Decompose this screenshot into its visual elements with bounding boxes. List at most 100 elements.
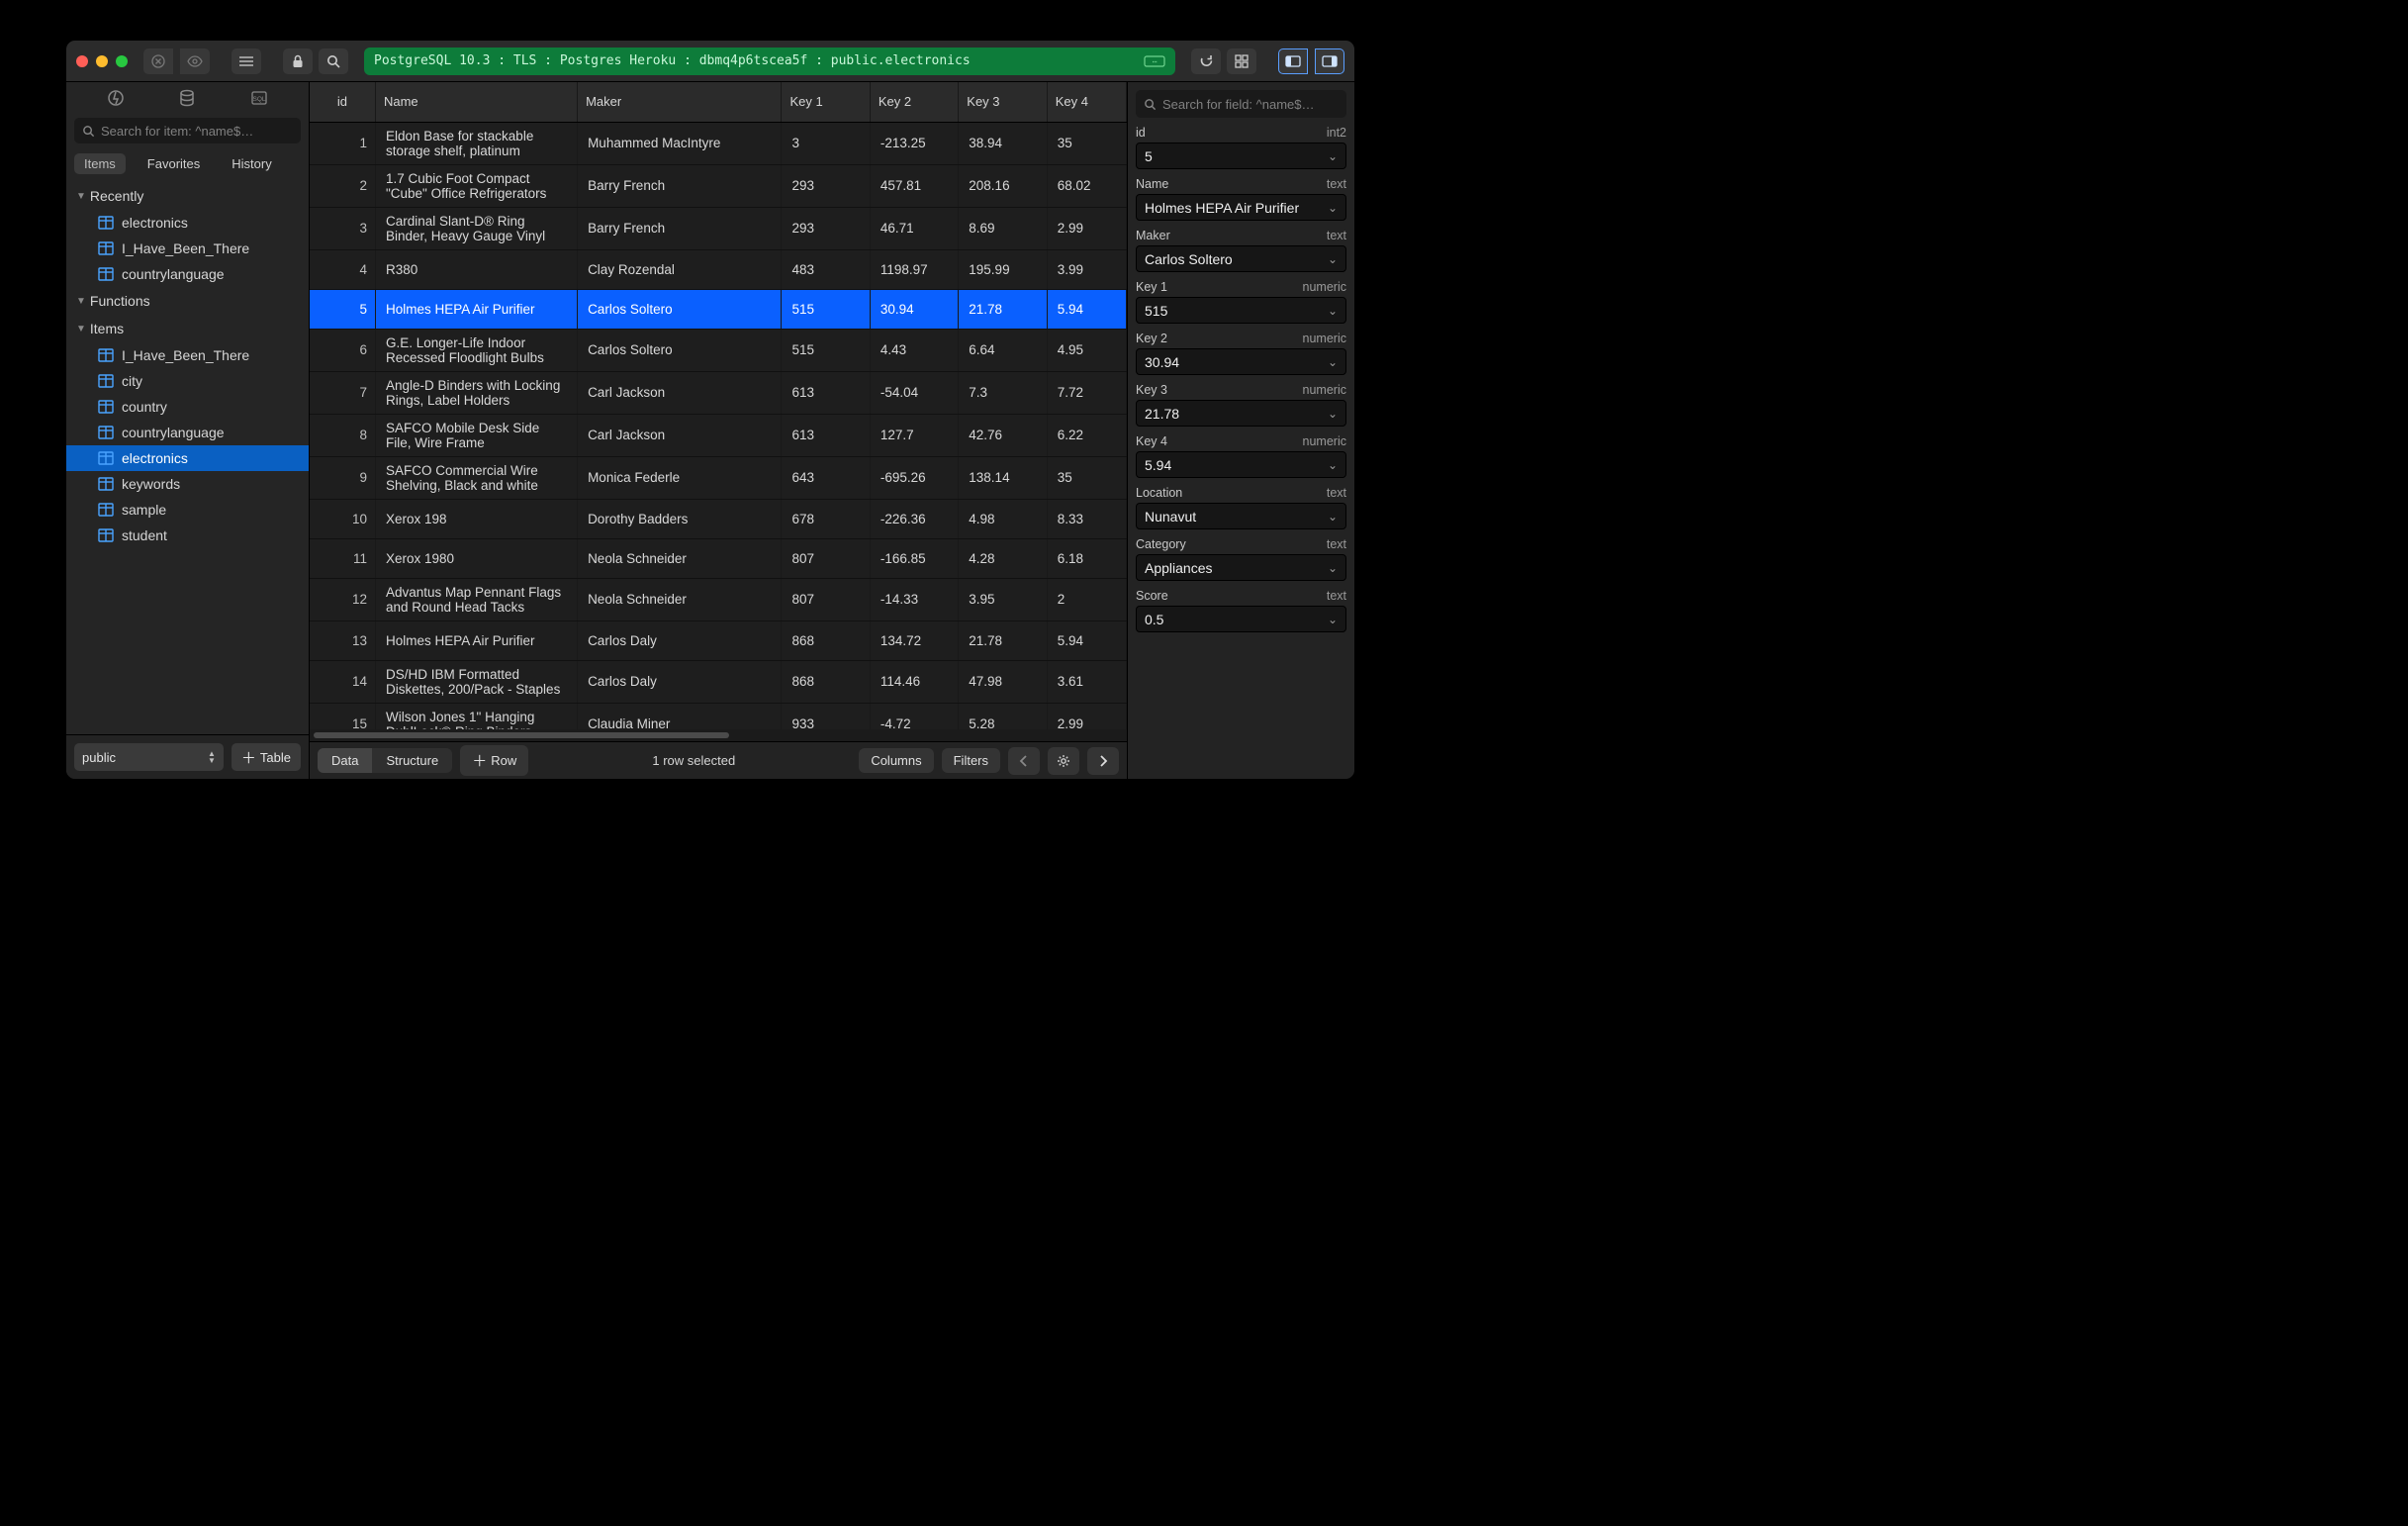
cell[interactable]: Xerox 198 bbox=[375, 499, 577, 538]
cell[interactable]: 933 bbox=[782, 703, 870, 729]
sidebar-item-sample[interactable]: sample bbox=[66, 497, 309, 523]
pill-items[interactable]: Items bbox=[74, 153, 126, 174]
field-input[interactable]: 5.94⌄ bbox=[1136, 451, 1346, 478]
cell[interactable]: Xerox 1980 bbox=[375, 538, 577, 578]
cell[interactable]: Neola Schneider bbox=[578, 578, 782, 620]
schema-select[interactable]: public ▲▼ bbox=[74, 743, 224, 771]
cell[interactable]: 4.43 bbox=[870, 329, 958, 371]
cell[interactable]: 114.46 bbox=[870, 660, 958, 703]
cell[interactable]: 483 bbox=[782, 249, 870, 289]
field-input[interactable]: Holmes HEPA Air Purifier⌄ bbox=[1136, 194, 1346, 221]
group-recently[interactable]: ▼Recently bbox=[66, 182, 309, 210]
cell[interactable]: 2 bbox=[310, 164, 375, 207]
cell[interactable]: 15 bbox=[310, 703, 375, 729]
seg-data[interactable]: Data bbox=[318, 748, 372, 773]
zoom-window-button[interactable] bbox=[116, 55, 128, 67]
table-row[interactable]: 12Advantus Map Pennant Flags and Round H… bbox=[310, 578, 1127, 620]
cell[interactable]: 5 bbox=[310, 289, 375, 329]
cell[interactable]: 5.28 bbox=[959, 703, 1047, 729]
cell[interactable]: Advantus Map Pennant Flags and Round Hea… bbox=[375, 578, 577, 620]
cell[interactable]: 7.72 bbox=[1047, 371, 1126, 414]
cell[interactable]: -213.25 bbox=[870, 122, 958, 164]
cell[interactable]: 35 bbox=[1047, 456, 1126, 499]
grid-view-button[interactable] bbox=[1227, 48, 1256, 74]
sidebar-item-keywords[interactable]: keywords bbox=[66, 471, 309, 497]
cell[interactable]: 6.18 bbox=[1047, 538, 1126, 578]
filters-button[interactable]: Filters bbox=[942, 748, 1000, 773]
cell[interactable]: 21.78 bbox=[959, 289, 1047, 329]
cell[interactable]: 195.99 bbox=[959, 249, 1047, 289]
cell[interactable]: 68.02 bbox=[1047, 164, 1126, 207]
cell[interactable]: 8.69 bbox=[959, 207, 1047, 249]
sidebar-item-countrylanguage[interactable]: countrylanguage bbox=[66, 420, 309, 445]
cell[interactable]: Carl Jackson bbox=[578, 371, 782, 414]
cell[interactable]: Holmes HEPA Air Purifier bbox=[375, 289, 577, 329]
lock-button[interactable] bbox=[283, 48, 313, 74]
column-header-id[interactable]: id bbox=[310, 82, 375, 122]
cell[interactable]: 1.7 Cubic Foot Compact "Cube" Office Ref… bbox=[375, 164, 577, 207]
field-input[interactable]: Nunavut⌄ bbox=[1136, 503, 1346, 529]
table-row[interactable]: 7Angle-D Binders with Locking Rings, Lab… bbox=[310, 371, 1127, 414]
sidebar-item-country[interactable]: country bbox=[66, 394, 309, 420]
table-row[interactable]: 5Holmes HEPA Air PurifierCarlos Soltero5… bbox=[310, 289, 1127, 329]
cell[interactable]: 4 bbox=[310, 249, 375, 289]
field-input[interactable]: 515⌄ bbox=[1136, 297, 1346, 324]
cell[interactable]: Holmes HEPA Air Purifier bbox=[375, 620, 577, 660]
cell[interactable]: 8 bbox=[310, 414, 375, 456]
table-row[interactable]: 13Holmes HEPA Air PurifierCarlos Daly868… bbox=[310, 620, 1127, 660]
search-button[interactable] bbox=[319, 48, 348, 74]
table-row[interactable]: 21.7 Cubic Foot Compact "Cube" Office Re… bbox=[310, 164, 1127, 207]
column-header-Name[interactable]: Name bbox=[375, 82, 577, 122]
sidebar-item-countrylanguage[interactable]: countrylanguage bbox=[66, 261, 309, 287]
cell[interactable]: Angle-D Binders with Locking Rings, Labe… bbox=[375, 371, 577, 414]
cell[interactable]: 3 bbox=[782, 122, 870, 164]
field-input[interactable]: 21.78⌄ bbox=[1136, 400, 1346, 427]
close-window-button[interactable] bbox=[76, 55, 88, 67]
table-row[interactable]: 10Xerox 198Dorothy Badders678-226.364.98… bbox=[310, 499, 1127, 538]
cell[interactable]: 293 bbox=[782, 207, 870, 249]
prev-page-button[interactable] bbox=[1008, 747, 1040, 775]
column-header-Maker[interactable]: Maker bbox=[578, 82, 782, 122]
cell[interactable]: Dorothy Badders bbox=[578, 499, 782, 538]
horizontal-scrollbar[interactable] bbox=[310, 729, 1127, 741]
cell[interactable]: -14.33 bbox=[870, 578, 958, 620]
cell[interactable]: 7.3 bbox=[959, 371, 1047, 414]
cell[interactable]: Carlos Soltero bbox=[578, 329, 782, 371]
cell[interactable]: 127.7 bbox=[870, 414, 958, 456]
cell[interactable]: 11 bbox=[310, 538, 375, 578]
cell[interactable]: Carlos Daly bbox=[578, 660, 782, 703]
table-row[interactable]: 14DS/HD IBM Formatted Diskettes, 200/Pac… bbox=[310, 660, 1127, 703]
cell[interactable]: 12 bbox=[310, 578, 375, 620]
table-row[interactable]: 4R380Clay Rozendal4831198.97195.993.99 bbox=[310, 249, 1127, 289]
cell[interactable]: 5.94 bbox=[1047, 289, 1126, 329]
sidebar-item-electronics[interactable]: electronics bbox=[66, 210, 309, 236]
pill-history[interactable]: History bbox=[222, 153, 281, 174]
data-grid-scroll[interactable]: idNameMakerKey 1Key 2Key 3Key 4 1Eldon B… bbox=[310, 82, 1127, 729]
cell[interactable]: -695.26 bbox=[870, 456, 958, 499]
cell[interactable]: 1 bbox=[310, 122, 375, 164]
toggle-left-panel-button[interactable] bbox=[1278, 48, 1308, 74]
cell[interactable]: 138.14 bbox=[959, 456, 1047, 499]
table-row[interactable]: 8SAFCO Mobile Desk Side File, Wire Frame… bbox=[310, 414, 1127, 456]
cell[interactable]: Barry French bbox=[578, 164, 782, 207]
settings-button[interactable] bbox=[1048, 747, 1079, 775]
cell[interactable]: 6 bbox=[310, 329, 375, 371]
cell[interactable]: -4.72 bbox=[870, 703, 958, 729]
refresh-button[interactable] bbox=[1191, 48, 1221, 74]
cell[interactable]: 643 bbox=[782, 456, 870, 499]
cell[interactable]: 3.95 bbox=[959, 578, 1047, 620]
toggle-right-panel-button[interactable] bbox=[1315, 48, 1344, 74]
cell[interactable]: Claudia Miner bbox=[578, 703, 782, 729]
cell[interactable]: 42.76 bbox=[959, 414, 1047, 456]
cell[interactable]: 807 bbox=[782, 538, 870, 578]
cell[interactable]: 807 bbox=[782, 578, 870, 620]
cell[interactable]: -226.36 bbox=[870, 499, 958, 538]
cell[interactable]: 3 bbox=[310, 207, 375, 249]
cell[interactable]: 6.22 bbox=[1047, 414, 1126, 456]
cell[interactable]: 3.61 bbox=[1047, 660, 1126, 703]
cell[interactable]: 293 bbox=[782, 164, 870, 207]
stop-button[interactable] bbox=[143, 48, 173, 74]
field-input[interactable]: 30.94⌄ bbox=[1136, 348, 1346, 375]
cell[interactable]: 9 bbox=[310, 456, 375, 499]
sidebar-search[interactable]: Search for item: ^name$… bbox=[74, 118, 301, 143]
